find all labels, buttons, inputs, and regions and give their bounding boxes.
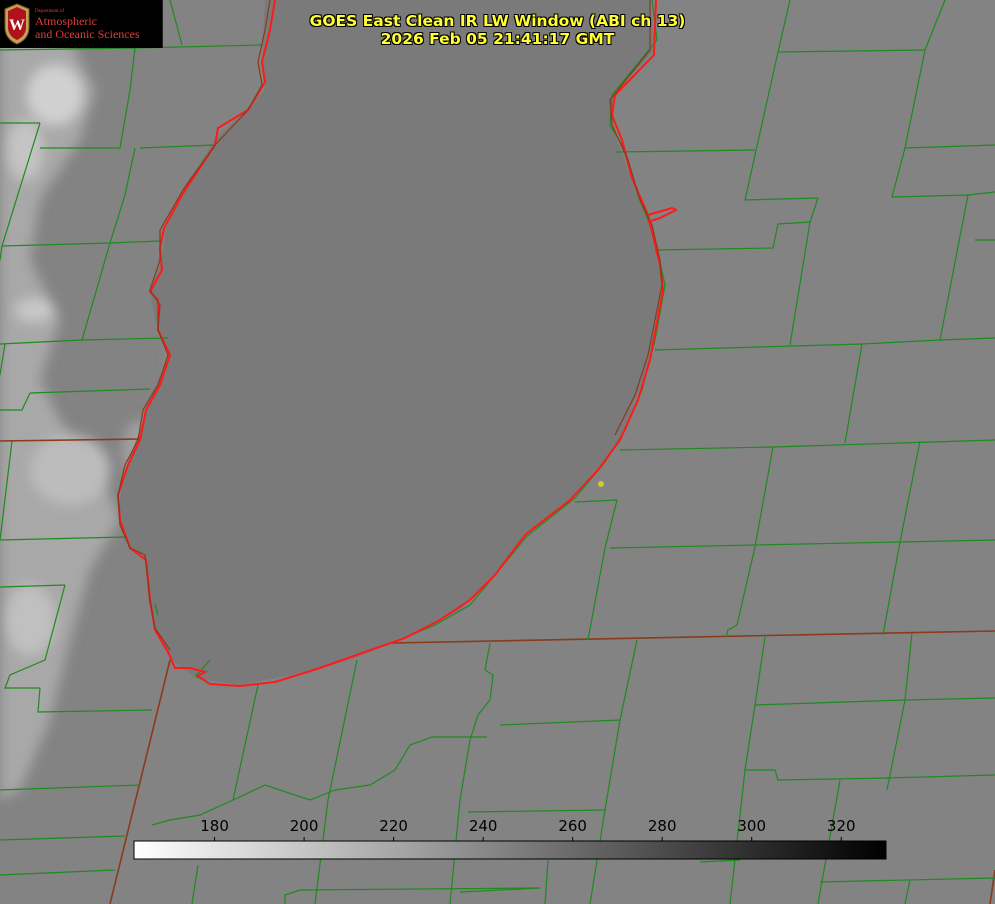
station-marker-dot bbox=[598, 481, 604, 487]
colorbar-tick-label: 260 bbox=[558, 817, 587, 835]
colorbar-gradient bbox=[133, 840, 887, 860]
satellite-image-frame: 180 200 220 240 260 280 300 320 W Department of… bbox=[0, 0, 995, 904]
satellite-imagery-map: 180 200 220 240 260 280 300 320 bbox=[0, 0, 995, 904]
colorbar-tick-label: 240 bbox=[469, 817, 498, 835]
colorbar-tick-label: 200 bbox=[290, 817, 319, 835]
colorbar-tick-label: 320 bbox=[827, 817, 856, 835]
title-timestamp-line: 2026 Feb 05 21:41:17 GMT bbox=[380, 30, 615, 48]
colorbar-tick-label: 220 bbox=[379, 817, 408, 835]
colorbar-tick-label: 280 bbox=[648, 817, 677, 835]
title-product-line: GOES East Clean IR LW Window (ABI ch 13) bbox=[309, 12, 686, 30]
colorbar-tick-label: 300 bbox=[737, 817, 766, 835]
image-title: GOES East Clean IR LW Window (ABI ch 13)… bbox=[0, 12, 995, 48]
colorbar-tick-label: 180 bbox=[200, 817, 229, 835]
